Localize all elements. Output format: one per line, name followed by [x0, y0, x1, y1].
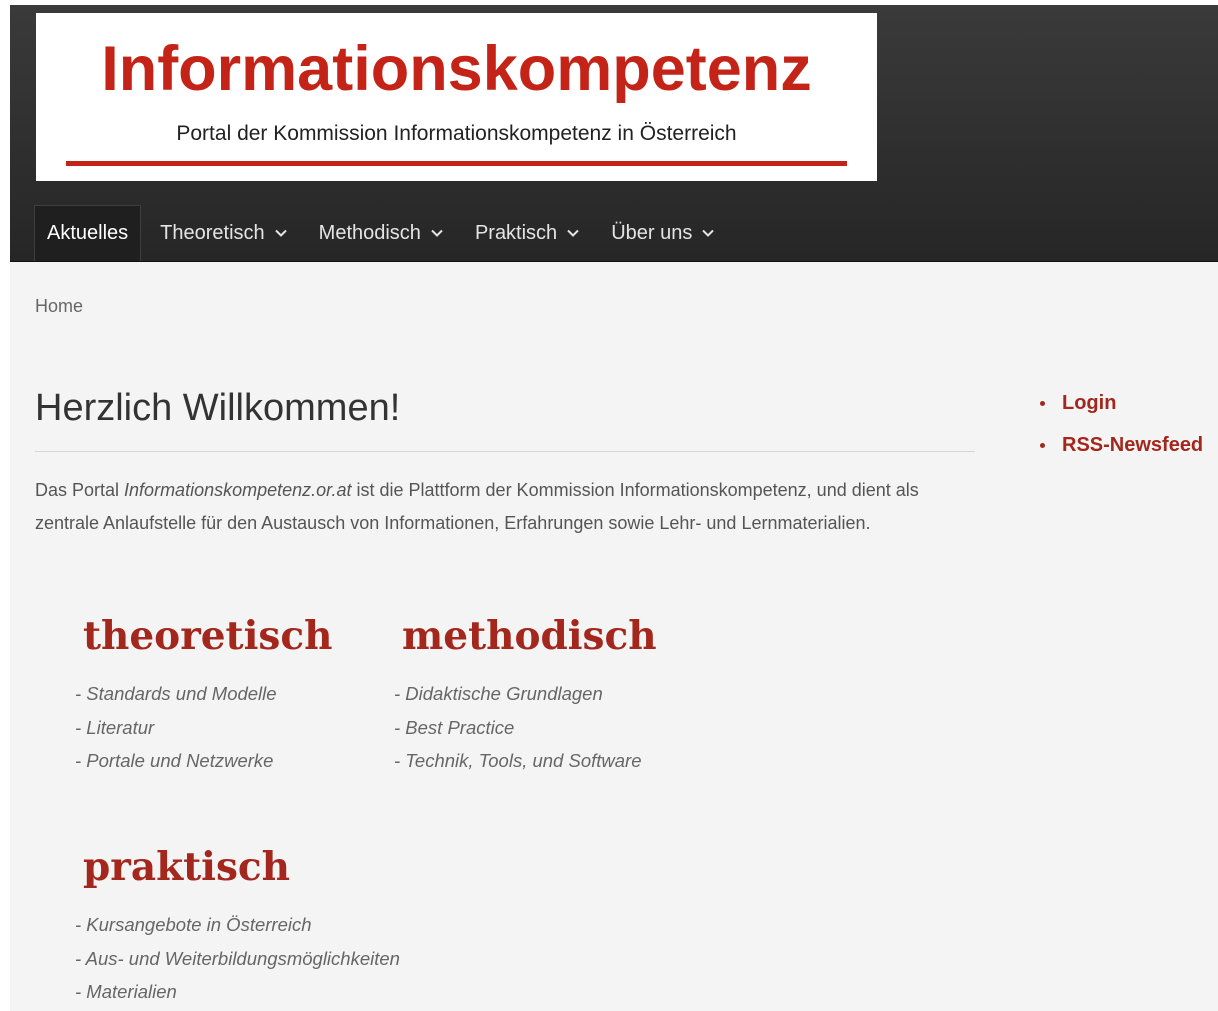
category-link-list: - Standards und Modelle - Literatur - Po…: [75, 677, 332, 778]
site-header: Informationskompetenz Portal der Kommiss…: [10, 5, 1218, 262]
category-praktisch: praktisch - Kursangebote in Österreich -…: [75, 844, 400, 1009]
category-theoretisch: theoretisch - Standards und Modelle - Li…: [75, 613, 332, 778]
intro-paragraph: Das Portal Informationskompetenz.or.at i…: [35, 474, 975, 540]
logo-subtitle: Portal der Kommission Informationskompet…: [176, 122, 737, 145]
sidebar-item-login: Login: [1040, 382, 1203, 424]
category-title-praktisch[interactable]: praktisch: [83, 844, 400, 890]
category-link[interactable]: - Best Practice: [394, 711, 657, 745]
nav-item-aktuelles[interactable]: Aktuelles: [34, 205, 142, 261]
sidebar-menu: Login RSS-Newsfeed: [1040, 382, 1203, 466]
intro-text-start: Das Portal: [35, 480, 125, 500]
rss-newsfeed-link[interactable]: RSS-Newsfeed: [1062, 434, 1203, 457]
nav-item-theoretisch[interactable]: Theoretisch: [148, 205, 300, 261]
nav-item-label: Praktisch: [474, 221, 558, 244]
nav-item-methodisch[interactable]: Methodisch: [307, 205, 456, 261]
category-title-theoretisch[interactable]: theoretisch: [83, 613, 332, 659]
category-link-list: - Didaktische Grundlagen - Best Practice…: [394, 677, 657, 778]
site-logo[interactable]: Informationskompetenz Portal der Kommiss…: [36, 13, 877, 181]
nav-item-label: Theoretisch: [160, 221, 265, 244]
chevron-down-icon: [431, 229, 443, 237]
main-nav: Aktuelles Theoretisch Methodisch Praktis…: [34, 205, 734, 261]
bullet-dot-icon: [1040, 400, 1045, 406]
chevron-down-icon: [274, 229, 287, 237]
intro-site-name: Informationskompetenz.or.at: [124, 480, 352, 500]
category-methodisch: methodisch - Didaktische Grundlagen - Be…: [394, 613, 657, 778]
category-link[interactable]: - Portale und Netzwerke: [75, 744, 332, 778]
nav-item-praktisch[interactable]: Praktisch: [463, 205, 592, 261]
category-link[interactable]: - Kursangebote in Österreich: [75, 908, 400, 942]
title-divider: [35, 451, 975, 452]
login-link[interactable]: Login: [1062, 392, 1116, 415]
sidebar-item-rss: RSS-Newsfeed: [1040, 424, 1203, 466]
nav-item-label: Über uns: [611, 221, 693, 244]
logo-underline: [66, 161, 847, 166]
chevron-down-icon: [702, 229, 715, 237]
breadcrumb: Home: [35, 296, 83, 317]
nav-item-ueber-uns[interactable]: Über uns: [599, 205, 727, 261]
chevron-down-icon: [567, 229, 579, 237]
category-link[interactable]: - Literatur: [75, 711, 332, 745]
category-link[interactable]: - Aus- und Weiterbildungsmöglichkeiten: [75, 942, 400, 976]
category-title-methodisch[interactable]: methodisch: [402, 613, 657, 659]
page-title: Herzlich Willkommen!: [35, 387, 401, 429]
page: Informationskompetenz Portal der Kommiss…: [10, 5, 1218, 1011]
logo-title: Informationskompetenz: [101, 34, 812, 104]
category-link[interactable]: - Materialien: [75, 975, 400, 1009]
category-link[interactable]: - Standards und Modelle: [75, 677, 332, 711]
nav-item-label: Aktuelles: [47, 222, 129, 244]
category-link-list: - Kursangebote in Österreich - Aus- und …: [75, 908, 400, 1009]
main-content: Herzlich Willkommen! Das Portal Informat…: [35, 385, 975, 540]
category-link[interactable]: - Didaktische Grundlagen: [394, 677, 657, 711]
category-link[interactable]: - Technik, Tools, und Software: [394, 744, 657, 778]
bullet-dot-icon: [1040, 442, 1045, 448]
nav-item-label: Methodisch: [318, 221, 421, 244]
breadcrumb-home: Home: [35, 296, 84, 316]
